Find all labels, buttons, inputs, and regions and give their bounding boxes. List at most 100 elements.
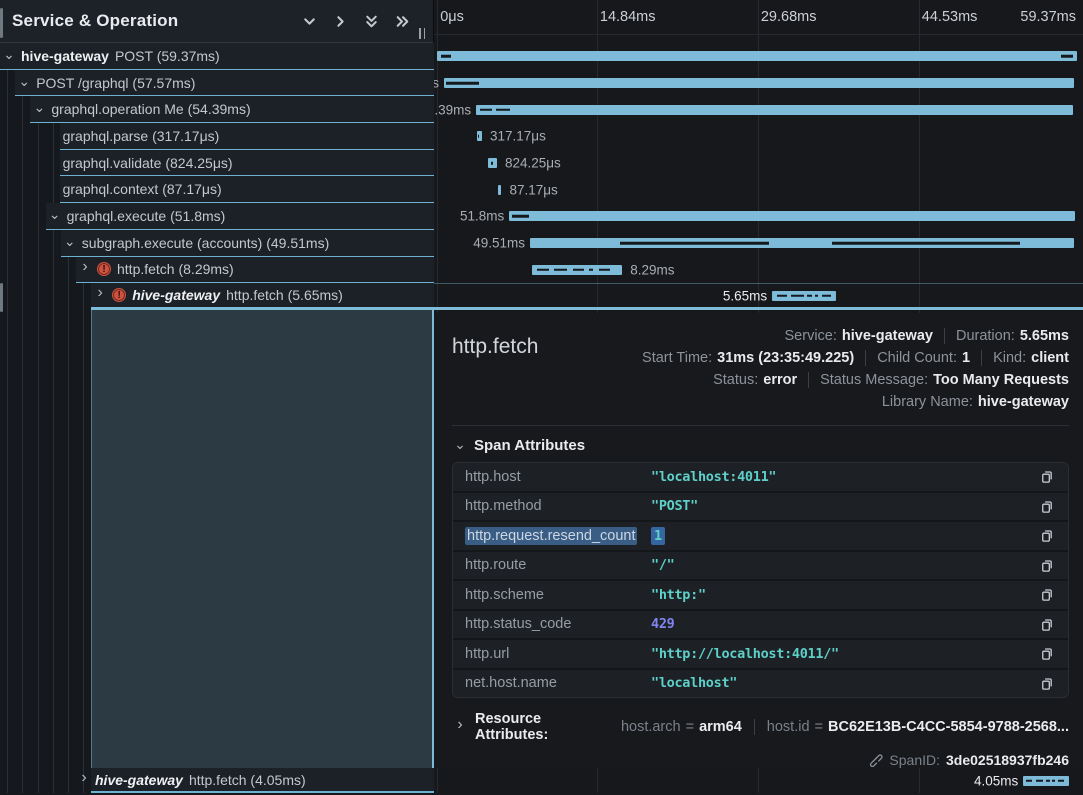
span-tree-header: Service & Operation bbox=[0, 0, 433, 43]
span-tree-row[interactable]: ⌄ hive-gateway POST (59.37ms) bbox=[0, 43, 434, 70]
attribute-row[interactable]: http.status_code 429 bbox=[453, 611, 1068, 639]
expand-chevron-icon[interactable]: ⌄ bbox=[64, 234, 76, 248]
meta-value: Too Many Requests bbox=[933, 372, 1069, 388]
child-span-dash bbox=[589, 269, 594, 272]
span-duration-bar[interactable] bbox=[530, 238, 1074, 248]
resource-attribute-item: host.arch = arm64 bbox=[621, 719, 742, 735]
span-duration-bar[interactable] bbox=[509, 211, 1075, 221]
span-duration-bar[interactable] bbox=[1023, 776, 1068, 786]
attribute-key: http.method bbox=[465, 498, 651, 514]
duration-label: 87.17μs bbox=[509, 182, 557, 197]
meta-value: hive-gateway bbox=[978, 394, 1069, 410]
attribute-value: "http:" bbox=[651, 587, 706, 603]
span-attributes-heading: Span Attributes bbox=[474, 437, 585, 454]
copy-icon[interactable] bbox=[1036, 644, 1056, 664]
double-chevron-down-icon[interactable] bbox=[360, 10, 382, 32]
child-span-dash bbox=[446, 82, 479, 85]
duration-label: 824.25μs bbox=[505, 156, 561, 171]
attribute-row[interactable]: http.route "/" bbox=[453, 552, 1068, 580]
copy-icon[interactable] bbox=[1036, 526, 1056, 546]
attribute-row[interactable]: http.scheme "http:" bbox=[453, 581, 1068, 609]
attribute-row[interactable]: http.host "localhost:4011" bbox=[453, 463, 1068, 491]
timeline-row[interactable]: 87.17μs bbox=[434, 176, 1083, 203]
attribute-row[interactable]: http.url "http://localhost:4011/" bbox=[453, 640, 1068, 668]
timeline-row[interactable]: 317.17μs bbox=[434, 123, 1083, 150]
child-span-dash bbox=[1058, 779, 1064, 782]
timeline-row[interactable] bbox=[434, 43, 1083, 70]
span-duration-bar[interactable] bbox=[477, 131, 482, 141]
duration-label-wrap: 5.65ms bbox=[434, 284, 772, 307]
selected-span-expanded-area bbox=[91, 310, 434, 768]
copy-icon[interactable] bbox=[1036, 467, 1056, 487]
chevron-right-icon[interactable] bbox=[329, 10, 351, 32]
attribute-value: "POST" bbox=[651, 498, 698, 514]
attribute-row[interactable]: net.host.name "localhost" bbox=[453, 670, 1068, 698]
copy-icon[interactable] bbox=[1036, 496, 1056, 516]
span-tree-panel: Service & Operation ⌄ hive-gateway bbox=[0, 0, 434, 795]
meta-label: Status: bbox=[713, 372, 758, 388]
span-tree-row[interactable]: › ! http.fetch (8.29ms) bbox=[76, 257, 434, 284]
span-label: graphql.validate (824.25μs) bbox=[63, 155, 233, 171]
expand-chevron-icon[interactable]: ⌄ bbox=[3, 47, 15, 61]
scrollbar-thumb[interactable] bbox=[0, 283, 3, 312]
span-label: graphql.context (87.17μs) bbox=[63, 181, 222, 197]
timeline-row[interactable]: 5.65ms bbox=[434, 283, 1083, 310]
double-chevron-right-icon[interactable] bbox=[391, 10, 413, 32]
meta-item: Kind: client bbox=[981, 350, 1069, 366]
expand-chevron-icon[interactable]: › bbox=[78, 770, 90, 786]
span-tree-row[interactable]: ⌄ graphql.execute (51.8ms) bbox=[46, 203, 434, 230]
child-span-dash bbox=[496, 108, 509, 111]
timeline-row[interactable]: 54.39ms bbox=[434, 96, 1083, 123]
span-tree-row[interactable]: ⌄ subgraph.execute (accounts) (49.51ms) bbox=[61, 230, 434, 257]
resource-key: host.id bbox=[767, 719, 810, 735]
copy-icon[interactable] bbox=[1036, 555, 1056, 575]
span-tree-row[interactable]: graphql.parse (317.17μs) bbox=[60, 123, 434, 150]
timeline-row[interactable]: 57.57ms bbox=[434, 70, 1083, 97]
child-span-dash bbox=[554, 269, 568, 272]
span-duration-bar[interactable] bbox=[488, 158, 497, 168]
span-tree-row[interactable]: graphql.validate (824.25μs) bbox=[60, 150, 434, 177]
expand-chevron-icon[interactable]: ⌄ bbox=[49, 207, 61, 221]
span-duration-bar[interactable] bbox=[532, 265, 622, 275]
panel-resize-handle[interactable] bbox=[419, 28, 425, 39]
span-duration-bar[interactable] bbox=[437, 51, 1077, 61]
axis-tick-label: 44.53ms bbox=[922, 9, 978, 25]
timeline-row[interactable]: 4.05ms bbox=[434, 768, 1083, 793]
expand-chevron-icon[interactable]: ⌄ bbox=[18, 74, 30, 88]
span-tree-row[interactable]: ⌄ POST /graphql (57.57ms) bbox=[15, 70, 434, 97]
span-tree-row[interactable]: graphql.context (87.17μs) bbox=[60, 176, 434, 203]
child-span-dash bbox=[791, 294, 803, 297]
span-duration-bar[interactable] bbox=[498, 185, 501, 195]
meta-item: Status Message: Too Many Requests bbox=[808, 372, 1069, 388]
attribute-value: "http://localhost:4011/" bbox=[651, 646, 839, 662]
chevron-down-icon[interactable] bbox=[298, 10, 320, 32]
span-duration-bar[interactable] bbox=[476, 105, 1072, 115]
child-span-dash bbox=[1052, 779, 1055, 782]
duration-label: 8.29ms bbox=[630, 262, 674, 277]
span-label: http.fetch (8.29ms) bbox=[117, 261, 234, 277]
timeline-row[interactable]: 49.51ms bbox=[434, 230, 1083, 257]
timeline-row[interactable]: 824.25μs bbox=[434, 150, 1083, 177]
span-tree-row[interactable]: › ! hive-gateway http.fetch (5.65ms) bbox=[91, 283, 434, 310]
span-duration-bar[interactable] bbox=[772, 291, 836, 301]
expand-chevron-icon[interactable]: › bbox=[94, 285, 106, 301]
span-tree-row[interactable]: ⌄ graphql.operation Me (54.39ms) bbox=[30, 96, 434, 123]
span-tree-row[interactable]: › hive-gateway http.fetch (4.05ms) bbox=[91, 768, 434, 793]
scrollbar-thumb[interactable] bbox=[0, 8, 3, 38]
copy-icon[interactable] bbox=[1036, 673, 1056, 693]
expand-chevron-icon[interactable]: ⌄ bbox=[33, 100, 45, 114]
resource-attributes-row[interactable]: › Resource Attributes: host.arch = arm64… bbox=[452, 711, 1069, 743]
copy-icon[interactable] bbox=[1036, 585, 1056, 605]
expand-chevron-icon[interactable]: › bbox=[79, 259, 91, 275]
meta-item: Library Name: hive-gateway bbox=[882, 394, 1069, 410]
equals-sign: = bbox=[815, 719, 823, 735]
child-span-dash bbox=[441, 55, 451, 58]
attribute-row[interactable]: http.method "POST" bbox=[453, 493, 1068, 521]
timeline-row[interactable]: 51.8ms bbox=[434, 203, 1083, 230]
copy-icon[interactable] bbox=[1036, 614, 1056, 634]
timeline-row[interactable]: 8.29ms bbox=[434, 257, 1083, 284]
span-attributes-header[interactable]: ⌄ Span Attributes bbox=[454, 437, 1069, 454]
span-duration-bar[interactable] bbox=[444, 78, 1074, 88]
attribute-row[interactable]: http.request.resend_count 1 bbox=[453, 522, 1068, 550]
timeline-row[interactable]: 4.05ms bbox=[434, 768, 1083, 793]
